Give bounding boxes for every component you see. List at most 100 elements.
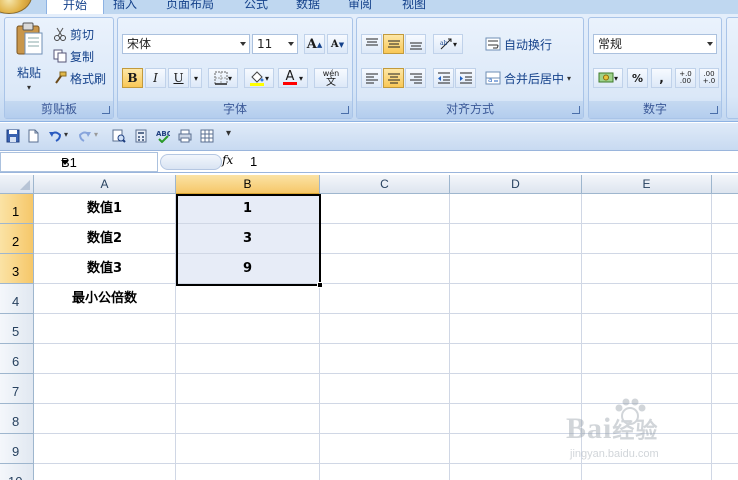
cell-c6[interactable] [320, 344, 450, 374]
cell-c9[interactable] [320, 434, 450, 464]
cell-f3[interactable] [712, 254, 738, 284]
cell-a5[interactable] [34, 314, 176, 344]
row-header-7[interactable]: 7 [0, 374, 34, 404]
fill-color-button[interactable]: ▾ [244, 68, 274, 88]
chevron-down-icon[interactable]: ▾ [64, 130, 68, 139]
cell-a2[interactable]: 数值2 [34, 224, 176, 254]
cell-a4[interactable]: 最小公倍数 [34, 284, 176, 314]
cell-d6[interactable] [450, 344, 582, 374]
cell-e4[interactable] [582, 284, 712, 314]
column-header-c[interactable]: C [320, 175, 450, 194]
merge-center-button[interactable]: a 合并后居中 ▾ [485, 68, 571, 88]
dialog-launcher-icon[interactable] [341, 106, 349, 114]
cell-b8[interactable] [176, 404, 320, 434]
cell-a6[interactable] [34, 344, 176, 374]
tab-formulas[interactable]: 公式 [240, 0, 272, 14]
formula-input[interactable]: 1 [250, 154, 257, 169]
align-left-button[interactable] [361, 68, 382, 88]
cell-f4[interactable] [712, 284, 738, 314]
row-header-8[interactable]: 8 [0, 404, 34, 434]
column-header-a[interactable]: A [34, 175, 176, 194]
row-header-3[interactable]: 3 [0, 254, 34, 284]
cell-d3[interactable] [450, 254, 582, 284]
align-right-button[interactable] [405, 68, 426, 88]
decrease-decimal-button[interactable]: .00 +.0 [699, 68, 719, 88]
row-header-5[interactable]: 5 [0, 314, 34, 344]
font-size-select[interactable]: 11 [252, 34, 298, 54]
spellcheck-icon[interactable]: ABC [156, 129, 170, 143]
bold-button[interactable]: B [122, 68, 143, 88]
cell-c10[interactable] [320, 464, 450, 480]
fill-handle[interactable] [317, 282, 323, 288]
tab-view[interactable]: 视图 [398, 0, 430, 14]
dialog-launcher-icon[interactable] [102, 106, 110, 114]
phonetic-button[interactable]: wén 文 [314, 68, 348, 88]
cell-e3[interactable] [582, 254, 712, 284]
cell-e5[interactable] [582, 314, 712, 344]
grow-font-button[interactable]: A ▲ [304, 34, 325, 54]
cell-c8[interactable] [320, 404, 450, 434]
cell-d5[interactable] [450, 314, 582, 344]
column-header-f[interactable] [712, 175, 738, 194]
calculator-icon[interactable] [134, 129, 148, 143]
cell-e6[interactable] [582, 344, 712, 374]
chevron-down-icon[interactable]: ▾ [94, 130, 98, 139]
cell-b5[interactable] [176, 314, 320, 344]
borders-grid-icon[interactable] [200, 129, 214, 143]
align-middle-button[interactable] [383, 34, 404, 54]
cell-c5[interactable] [320, 314, 450, 344]
print-preview-icon[interactable] [112, 129, 126, 143]
save-icon[interactable] [6, 129, 20, 143]
cell-c2[interactable] [320, 224, 450, 254]
cell-b7[interactable] [176, 374, 320, 404]
tab-data[interactable]: 数据 [292, 0, 324, 14]
cut-button[interactable]: 剪切 [53, 24, 94, 44]
cell-a3[interactable]: 数值3 [34, 254, 176, 284]
cell-b3[interactable]: 9 [176, 254, 320, 284]
comma-button[interactable]: , [651, 68, 672, 88]
column-header-d[interactable]: D [450, 175, 582, 194]
accounting-format-button[interactable]: ▾ [593, 68, 623, 88]
cell-e2[interactable] [582, 224, 712, 254]
cell-b10[interactable] [176, 464, 320, 480]
underline-dropdown[interactable]: ▾ [190, 68, 202, 88]
italic-button[interactable]: I [145, 68, 166, 88]
number-format-select[interactable]: 常规 [593, 34, 717, 54]
cell-f6[interactable] [712, 344, 738, 374]
cell-e1[interactable] [582, 194, 712, 224]
row-header-4[interactable]: 4 [0, 284, 34, 314]
borders-button[interactable]: ▾ [208, 68, 238, 88]
row-header-9[interactable]: 9 [0, 434, 34, 464]
cell-b6[interactable] [176, 344, 320, 374]
row-header-6[interactable]: 6 [0, 344, 34, 374]
cell-f5[interactable] [712, 314, 738, 344]
customize-toolbar-icon[interactable]: ▾ [226, 128, 231, 139]
column-header-b[interactable]: B [176, 175, 320, 194]
row-header-10[interactable]: 10 [0, 464, 34, 480]
undo-icon[interactable] [48, 129, 62, 143]
decrease-indent-button[interactable] [433, 68, 454, 88]
cell-a8[interactable] [34, 404, 176, 434]
print-icon[interactable] [178, 129, 192, 143]
tab-home[interactable]: 开始 [46, 0, 104, 14]
cell-c1[interactable] [320, 194, 450, 224]
shrink-font-button[interactable]: A ▼ [327, 34, 348, 54]
row-header-2[interactable]: 2 [0, 224, 34, 254]
new-document-icon[interactable] [26, 129, 40, 143]
font-color-button[interactable]: A ▾ [278, 68, 308, 88]
cell-b2[interactable]: 3 [176, 224, 320, 254]
font-name-select[interactable]: 宋体 [122, 34, 250, 54]
cell-a1[interactable]: 数值1 [34, 194, 176, 224]
tab-page-layout[interactable]: 页面布局 [160, 0, 220, 14]
cell-d1[interactable] [450, 194, 582, 224]
wrap-text-button[interactable]: 自动换行 [485, 34, 552, 54]
dialog-launcher-icon[interactable] [572, 106, 580, 114]
cell-f1[interactable] [712, 194, 738, 224]
redo-icon[interactable] [78, 129, 92, 143]
cell-c3[interactable] [320, 254, 450, 284]
orientation-button[interactable]: ab ▾ [433, 34, 463, 54]
name-box[interactable]: B1 [0, 152, 158, 172]
underline-button[interactable]: U [168, 68, 189, 88]
row-header-1[interactable]: 1 [0, 194, 34, 224]
cell-a7[interactable] [34, 374, 176, 404]
